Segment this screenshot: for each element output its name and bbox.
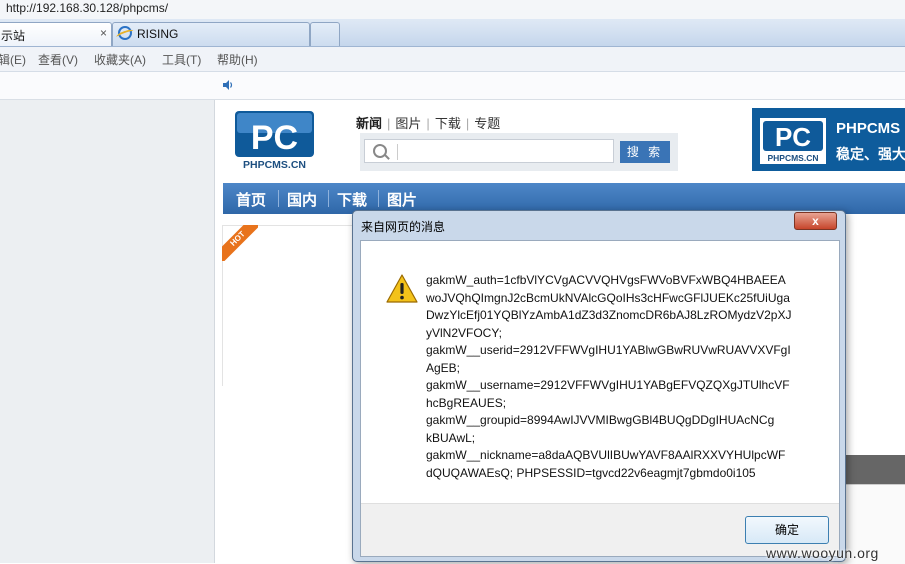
banner-ad[interactable]: PC PHPCMS.CN PHPCMS 稳定、强大: [752, 108, 905, 171]
search-input[interactable]: [364, 139, 614, 163]
menu-edit[interactable]: 辑(E): [0, 51, 26, 68]
dialog-close-button[interactable]: x: [794, 212, 837, 230]
message-line: kBUAwL;: [426, 430, 476, 445]
search-button[interactable]: 搜 索: [620, 141, 670, 163]
message-line: gakmW__username=2912VFFWVgIHU1YABgEFVQZQ…: [426, 378, 790, 392]
alert-dialog: 来自网页的消息 x gakmW_auth=1cfbVlYCVgACVVQHVgs…: [352, 210, 846, 562]
banner-subtitle: 稳定、强大: [836, 146, 905, 162]
tab-strip: 示站 × RISING: [0, 19, 905, 47]
message-line: woJVQhQImgnJ2cBcmUkNVAlcGQoIHs3cHFwcGFlJ…: [426, 290, 790, 305]
address-bar[interactable]: http://192.168.30.128/phpcms/: [0, 0, 905, 20]
phpcms-logo[interactable]: PC PHPCMS.CN: [235, 111, 314, 171]
dialog-message: gakmW_auth=1cfbVlYCVgACVVQHVgsFWVoBVFxWB…: [426, 272, 811, 482]
watermark: www.wooyun.org: [766, 545, 879, 561]
message-line: yVlN2VFOCY;: [426, 325, 502, 340]
left-panel: [0, 100, 215, 563]
message-line: AgEB;: [426, 360, 461, 375]
message-line: DwzYlcEfj01YQBlYzAmbA1dZ3d3ZnomcDR6bAJ8L…: [426, 308, 792, 322]
svg-text:PHPCMS.CN: PHPCMS.CN: [243, 159, 306, 171]
tab-active[interactable]: 示站 ×: [0, 22, 112, 46]
warning-icon: [386, 274, 418, 303]
hot-badge: HOT: [222, 225, 258, 261]
message-line: gakmW__groupid=8994AwIJVVMIBwgGBl4BUQgDD…: [426, 413, 775, 427]
main-nav-pictures[interactable]: 图片: [387, 189, 417, 210]
top-nav: 新闻 | 图片 | 下载 | 专题: [356, 116, 501, 131]
message-line: gakmW__userid=2912VFFWVgIHU1YABlwGBwRUVw…: [426, 343, 791, 357]
dark-strip: [838, 455, 905, 484]
svg-text:PC: PC: [775, 122, 811, 152]
message-line: dQUQAWAEsQ; PHPSESSID=tgvcd22v6eagmjt7gb…: [426, 465, 756, 480]
message-line: hcBgREAUES;: [426, 395, 507, 410]
search-icon: [373, 144, 387, 158]
svg-text:PHPCMS.CN: PHPCMS.CN: [767, 153, 818, 163]
command-bar: [0, 72, 905, 100]
tab-label: RISING: [137, 27, 179, 41]
main-nav-downloads[interactable]: 下载: [337, 189, 367, 210]
ie-icon: [118, 26, 132, 40]
message-line: gakmW__nickname=a8daAQBVUlIBUwYAVF8AAlRX…: [426, 448, 786, 462]
dialog-title: 来自网页的消息: [361, 220, 446, 234]
search-bar: 搜 索: [360, 133, 678, 171]
dialog-body: gakmW_auth=1cfbVlYCVgACVVQHVgsFWVoBVFxWB…: [360, 240, 840, 557]
nav-downloads[interactable]: 下载: [435, 116, 461, 131]
nav-news[interactable]: 新闻: [356, 116, 382, 131]
menu-bar: 辑(E) 查看(V) 收藏夹(A) 工具(T) 帮助(H): [0, 47, 905, 72]
tab-rising[interactable]: RISING: [112, 22, 310, 46]
speaker-icon[interactable]: [222, 79, 234, 91]
banner-logo: PC PHPCMS.CN: [760, 118, 826, 164]
menu-view[interactable]: 查看(V): [38, 51, 78, 68]
svg-text:PC: PC: [251, 119, 298, 157]
tab-label: 示站: [1, 29, 26, 43]
new-tab-button[interactable]: [310, 22, 340, 46]
nav-topics[interactable]: 专题: [474, 116, 500, 131]
menu-favorites[interactable]: 收藏夹(A): [94, 51, 146, 68]
nav-pictures[interactable]: 图片: [395, 116, 421, 131]
main-nav-domestic[interactable]: 国内: [287, 189, 317, 210]
message-line: gakmW_auth=1cfbVlYCVgACVVQHVgsFWVoBVFxWB…: [426, 273, 786, 287]
address-url[interactable]: http://192.168.30.128/phpcms/: [6, 1, 168, 15]
menu-tools[interactable]: 工具(T): [162, 51, 201, 68]
banner-title: PHPCMS: [836, 120, 901, 137]
menu-help[interactable]: 帮助(H): [217, 51, 258, 68]
main-nav-home[interactable]: 首页: [236, 189, 266, 210]
close-tab-icon[interactable]: ×: [100, 26, 107, 40]
ok-button[interactable]: 确定: [745, 516, 829, 544]
